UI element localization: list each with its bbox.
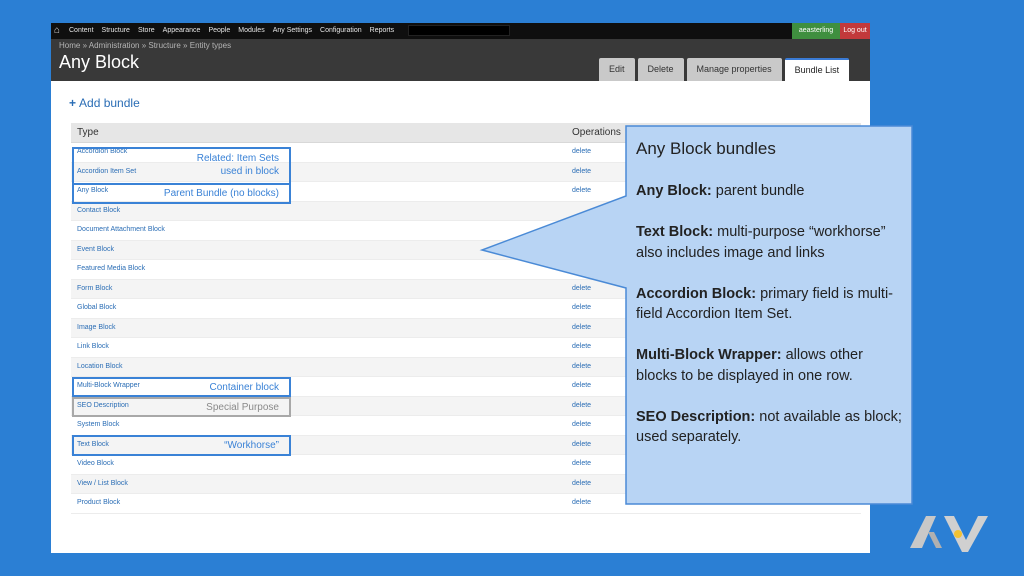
annotation-related-text: Related: Item Sets used in block — [196, 153, 279, 177]
annotation-special-text: Special Purpose — [206, 402, 279, 413]
callout-box: Any Block bundles Any Block: parent bund… — [626, 126, 912, 504]
toolbar-item-modules[interactable]: Modules — [238, 23, 264, 39]
breadcrumb[interactable]: Home » Administration » Structure » Enti… — [59, 41, 231, 50]
annotation-related-line1: Related: Item Sets used in block — [180, 152, 279, 178]
toolbar-search-field[interactable] — [408, 25, 510, 36]
bundle-name-link[interactable]: Document Attachment Block — [77, 226, 165, 233]
delete-link[interactable]: delete — [572, 285, 591, 292]
bundle-name-link[interactable]: Link Block — [77, 343, 109, 350]
tab-manage-properties[interactable]: Manage properties — [686, 58, 782, 81]
home-icon[interactable]: ⌂ — [54, 25, 64, 36]
callout-item-any-block: Any Block: parent bundle — [636, 181, 902, 202]
delete-link[interactable]: delete — [572, 480, 591, 487]
delete-link[interactable]: delete — [572, 402, 591, 409]
delete-link[interactable]: delete — [572, 421, 591, 428]
delete-link[interactable]: delete — [572, 460, 591, 467]
delete-link[interactable]: delete — [572, 382, 591, 389]
callout-item-seo-description: SEO Description: not available as block;… — [636, 407, 902, 448]
toolbar-menu: Content Structure Store Appearance Peopl… — [69, 23, 394, 39]
add-bundle-label: Add bundle — [79, 96, 140, 110]
bundle-name-link[interactable]: Location Block — [77, 363, 123, 370]
delete-link[interactable]: delete — [572, 324, 591, 331]
delete-link[interactable]: delete — [572, 304, 591, 311]
callout-term: Accordion Block: — [636, 285, 757, 302]
page-title: Any Block — [59, 52, 140, 72]
column-header-type: Type — [77, 127, 99, 138]
toolbar-item-any-settings[interactable]: Any Settings — [273, 23, 312, 39]
callout-item-multi-block-wrapper: Multi-Block Wrapper: allows other blocks… — [636, 345, 902, 386]
bundle-name-link[interactable]: Image Block — [77, 324, 116, 331]
delete-link[interactable]: delete — [572, 343, 591, 350]
callout-item-accordion-block: Accordion Block: primary field is multi-… — [636, 284, 902, 325]
column-header-operations: Operations — [572, 127, 621, 138]
delete-link[interactable]: delete — [572, 441, 591, 448]
callout-term: Multi-Block Wrapper: — [636, 347, 782, 363]
callout-desc: parent bundle — [711, 183, 805, 199]
bundle-name-link[interactable]: Featured Media Block — [77, 265, 145, 272]
toolbar-item-appearance[interactable]: Appearance — [163, 23, 201, 39]
callout-term: SEO Description: — [636, 408, 756, 425]
toolbar-item-structure[interactable]: Structure — [102, 23, 130, 39]
delete-link[interactable]: delete — [572, 187, 591, 194]
bundle-name-link[interactable]: Video Block — [77, 460, 114, 467]
tab-bundle-list[interactable]: Bundle List — [784, 58, 850, 81]
tab-delete[interactable]: Delete — [637, 58, 684, 81]
toolbar-item-configuration[interactable]: Configuration — [320, 23, 362, 39]
user-button[interactable]: aeasterling — [792, 23, 840, 39]
bundle-name-link[interactable]: Global Block — [77, 304, 116, 311]
logout-button[interactable]: Log out — [840, 23, 870, 39]
tab-bar: Edit Delete Manage properties Bundle Lis… — [599, 58, 850, 81]
delete-link[interactable]: delete — [572, 363, 591, 370]
bundle-name-link[interactable]: Event Block — [77, 246, 114, 253]
callout-term: Any Block: — [636, 183, 712, 199]
callout-item-text-block: Text Block: multi-purpose “workhorse” al… — [636, 222, 902, 263]
delete-link[interactable]: delete — [572, 168, 591, 175]
admin-toolbar: ⌂ Content Structure Store Appearance Peo… — [51, 23, 870, 39]
delete-link[interactable]: delete — [572, 148, 591, 155]
annotation-container-text: Container block — [209, 382, 279, 393]
toolbar-item-store[interactable]: Store — [138, 23, 155, 39]
av-logo-icon — [910, 516, 988, 552]
page-header: Home » Administration » Structure » Enti… — [51, 39, 870, 81]
bundle-name-link[interactable]: Contact Block — [77, 207, 120, 214]
callout-term: Text Block: — [636, 224, 714, 240]
bundle-name-link[interactable]: View / List Block — [77, 480, 128, 487]
bundle-name-link[interactable]: Form Block — [77, 285, 112, 292]
bundle-name-link[interactable]: System Block — [77, 421, 119, 428]
tab-edit[interactable]: Edit — [599, 58, 635, 81]
annotation-parent-text: Parent Bundle (no blocks) — [163, 188, 279, 199]
delete-link[interactable]: delete — [572, 499, 591, 506]
annotation-workhorse-text: “Workhorse” — [224, 440, 279, 451]
callout-title: Any Block bundles — [636, 139, 776, 158]
toolbar-item-people[interactable]: People — [208, 23, 230, 39]
add-bundle-link[interactable]: + Add bundle — [69, 96, 140, 110]
plus-icon: + — [69, 96, 77, 110]
toolbar-item-reports[interactable]: Reports — [370, 23, 395, 39]
toolbar-item-content[interactable]: Content — [69, 23, 94, 39]
bundle-name-link[interactable]: Product Block — [77, 499, 120, 506]
